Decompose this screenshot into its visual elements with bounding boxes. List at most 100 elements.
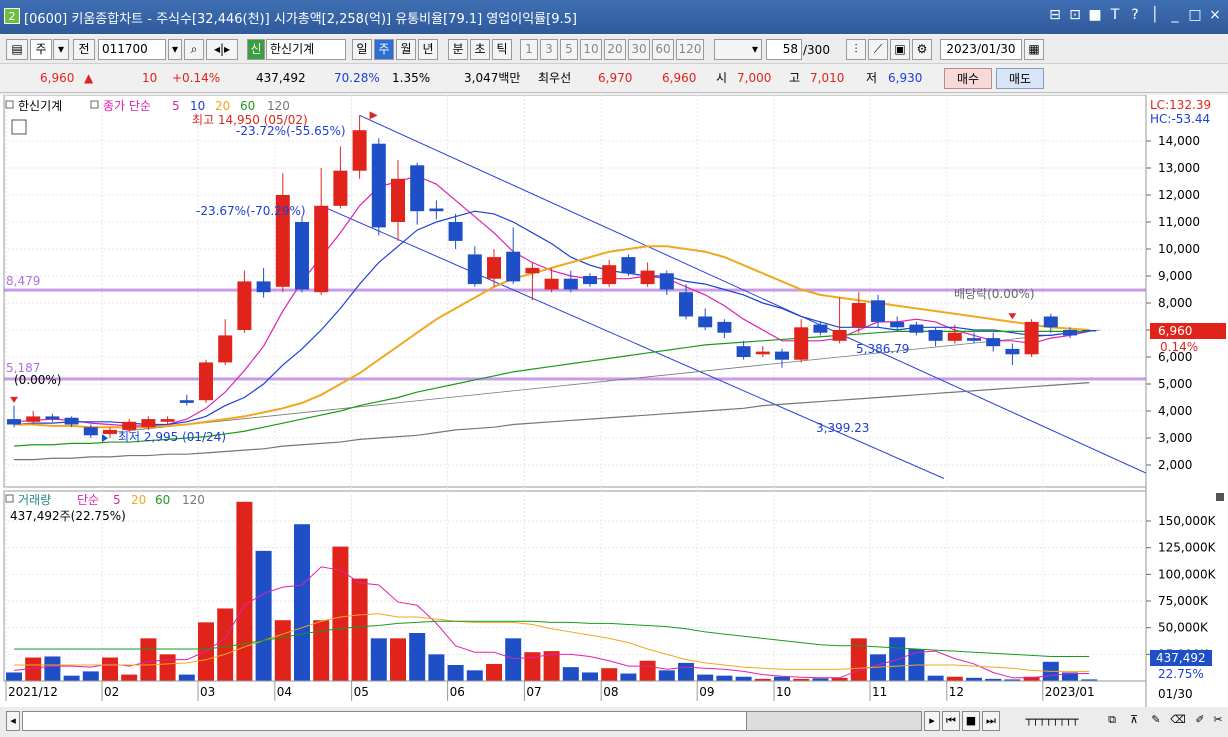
volume-bar (735, 676, 752, 681)
period-month-button[interactable]: 월 (396, 39, 416, 60)
volume-bar (217, 608, 234, 681)
period-minute-button[interactable]: 분 (448, 39, 468, 60)
minimize-button[interactable]: _ (1168, 7, 1182, 23)
candle-body (506, 251, 521, 282)
ma10-legend: 10 (190, 99, 205, 113)
period-tick-button[interactable]: 틱 (492, 39, 512, 60)
price-volume-chart[interactable]: 2,0003,0004,0005,0006,0007,0008,0009,000… (0, 94, 1228, 707)
window-title: [0600] 키움종합차트 - 주식수[32,446(천)] 시가총액[2,25… (24, 12, 577, 27)
pen-icon[interactable]: ✎ (1146, 711, 1166, 731)
erase-all-icon[interactable]: ✂ (1210, 711, 1226, 731)
prev-next-icon[interactable]: ◂|▸ (206, 39, 238, 60)
date-input[interactable]: 2023/01/30 (940, 39, 1022, 60)
volume-bar (255, 550, 272, 681)
custom-interval-select[interactable]: ▾ (714, 39, 762, 60)
data-count-input[interactable]: 58 (766, 39, 802, 60)
pin-icon[interactable]: ■ (1088, 7, 1102, 23)
price-tick-label: 3,000 (1158, 431, 1192, 445)
indicator-icon[interactable]: ⫶ (846, 39, 866, 60)
search-icon[interactable]: ⌕ (184, 39, 204, 60)
volume-bar (639, 660, 656, 681)
date-tick-label: 05 (354, 685, 369, 699)
candle-body (736, 346, 751, 357)
close-button[interactable]: × (1208, 7, 1222, 23)
scroll-left-button[interactable]: ◂ (6, 711, 20, 731)
volume-bar (409, 633, 426, 681)
candle-body (179, 400, 194, 403)
candle-body (717, 321, 732, 333)
low-label: 저 (866, 71, 878, 85)
chevron-down-icon[interactable]: ▾ (53, 39, 69, 60)
candle-body (947, 332, 962, 341)
separator: │ (1150, 7, 1160, 23)
chart-area[interactable]: 2,0003,0004,0005,0006,0007,0008,0009,000… (0, 94, 1228, 707)
period-second-button[interactable]: 초 (470, 39, 490, 60)
brush-icon[interactable]: ✐ (1190, 711, 1210, 731)
buy-button[interactable]: 매수 (944, 68, 992, 89)
interval-30-button[interactable]: 30 (628, 39, 650, 60)
help-icon[interactable]: ? (1128, 7, 1142, 23)
interval-5-button[interactable]: 5 (560, 39, 578, 60)
volume-bar (428, 654, 445, 681)
volume-bar (678, 662, 694, 681)
candle-body (525, 267, 540, 274)
save-icon[interactable]: ▣ (890, 39, 910, 60)
eraser-icon[interactable]: ⌫ (1168, 711, 1188, 731)
volume-bar (927, 675, 944, 681)
volume-bar (351, 578, 368, 681)
grid-toggle-icon[interactable] (11, 119, 27, 135)
scrollbar-thumb[interactable] (746, 712, 921, 730)
candle-body (218, 335, 233, 363)
font-size-icon[interactable]: T (1108, 7, 1122, 23)
candle-body (871, 300, 885, 322)
ma60-legend: 60 (240, 99, 255, 113)
maximize-button[interactable]: □ (1188, 7, 1202, 23)
stock-code-input[interactable]: 011700 (98, 39, 166, 60)
interval-1-button[interactable]: 1 (520, 39, 538, 60)
ma5-legend: 5 (172, 99, 180, 113)
fast-forward-icon[interactable]: ⏭ (982, 711, 1000, 731)
candle-body (563, 278, 578, 290)
interval-120-button[interactable]: 120 (676, 39, 704, 60)
play-icon[interactable]: ▸ (924, 711, 940, 731)
interval-60-button[interactable]: 60 (652, 39, 674, 60)
candle-body (909, 324, 924, 333)
stock-name-field[interactable]: 한신기계 (266, 39, 346, 60)
volume-bar (466, 670, 483, 681)
capture-icon[interactable]: ⧉ (1102, 711, 1122, 731)
end-date-label: 01/30 (1158, 687, 1193, 701)
interval-10-button[interactable]: 10 (580, 39, 602, 60)
period-year-button[interactable]: 년 (418, 39, 438, 60)
period-day-button[interactable]: 일 (352, 39, 372, 60)
interval-3-button[interactable]: 3 (540, 39, 558, 60)
layout-icon[interactable]: ⊟ (1048, 7, 1062, 23)
restore-layout-icon[interactable]: ⊡ (1068, 7, 1082, 23)
zoom-slider[interactable]: ┬┬┬┬┬┬┬┬ (1006, 711, 1098, 731)
rewind-icon[interactable]: ⏮ (942, 711, 960, 731)
compare-button[interactable]: 전 (73, 39, 95, 60)
chart-settings-icon[interactable]: ▤ (6, 39, 28, 60)
stop-icon[interactable]: ■ (962, 711, 980, 731)
window-number-badge[interactable]: 2 (4, 8, 20, 24)
trend-line-icon[interactable]: ⟋ (868, 39, 888, 60)
date-tick-label: 03 (200, 685, 215, 699)
calendar-icon[interactable]: ▦ (1024, 39, 1044, 60)
trade-amount: 3,047백만 (464, 71, 521, 85)
sell-button[interactable]: 매도 (996, 68, 1044, 89)
volume-bar (716, 675, 733, 681)
period-type-select[interactable]: 주 (30, 39, 52, 60)
volume-bar (178, 674, 195, 681)
volume-tick-label: 50,000K (1158, 621, 1209, 635)
price-tick-label: 8,000 (1158, 296, 1192, 310)
gear-icon[interactable]: ⚙ (912, 39, 932, 60)
code-dropdown-icon[interactable]: ▾ (168, 39, 182, 60)
candle-body (487, 257, 501, 279)
panel-close-icon[interactable] (1216, 493, 1224, 501)
horizontal-scrollbar[interactable] (22, 711, 922, 731)
interval-20-button[interactable]: 20 (604, 39, 626, 60)
high-price: 7,010 (810, 71, 845, 85)
period-week-button[interactable]: 주 (374, 39, 394, 60)
candle-body (295, 222, 309, 290)
volume-tag-pct: 22.75% (1158, 667, 1204, 681)
draw-tools-icon[interactable]: ⊼ (1124, 711, 1144, 731)
